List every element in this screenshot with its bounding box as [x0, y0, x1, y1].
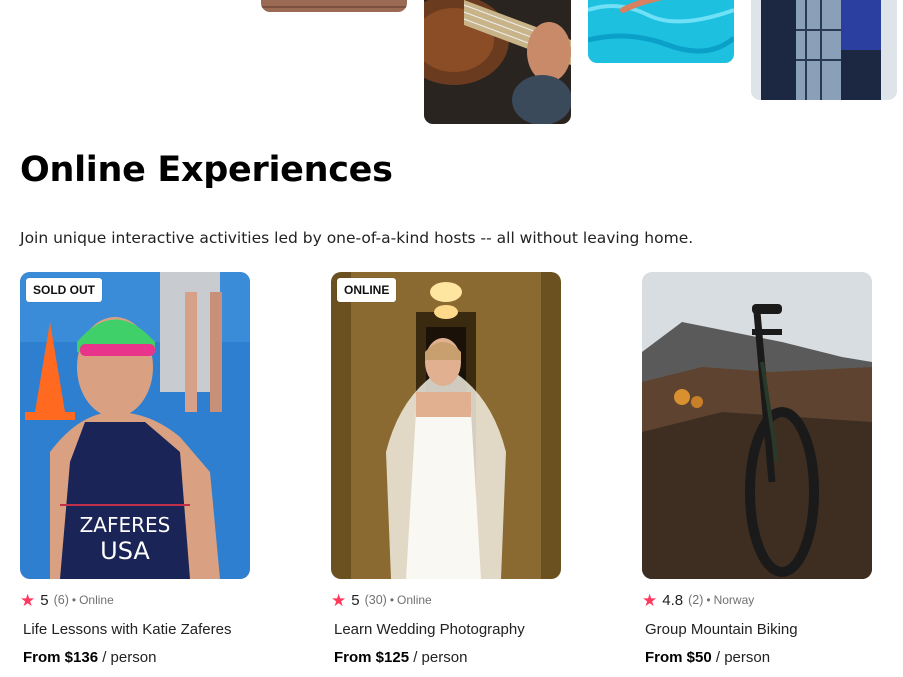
experience-title[interactable]: Group Mountain Biking — [642, 621, 874, 638]
price-line: From $125 / person — [331, 649, 563, 666]
price-amount: From $50 — [645, 649, 712, 666]
price-unit: / person — [715, 649, 771, 666]
jacket-photo[interactable] — [751, 0, 897, 100]
experience-card[interactable]: ONLINE ★ 5 (30) • Online Learn Wedding P… — [331, 272, 563, 666]
price-line: From $50 / person — [642, 649, 874, 666]
guitar-photo[interactable] — [424, 0, 571, 124]
rating-row: ★ 5 (6) • Online — [20, 591, 252, 609]
star-icon: ★ — [642, 590, 658, 610]
section-description: Join unique interactive activities led b… — [20, 229, 694, 247]
location-label: Online — [79, 593, 114, 607]
jersey-text: ZAFERES — [79, 513, 171, 537]
price-unit: / person — [102, 649, 157, 666]
experience-card[interactable]: ZAFERES USA SOLD OUT ★ 5 (6) • Online Li… — [20, 272, 252, 666]
pool-photo[interactable] — [588, 0, 734, 63]
price-line: From $136 / person — [20, 649, 252, 666]
separator-dot: • — [389, 593, 395, 607]
price-amount: From $125 — [334, 649, 410, 666]
status-badge: ONLINE — [337, 278, 397, 302]
experience-card[interactable]: ★ 4.8 (2) • Norway Group Mountain Biking… — [642, 272, 874, 666]
experience-photo[interactable] — [642, 272, 872, 579]
status-badge: SOLD OUT — [26, 278, 102, 302]
brick-photo[interactable] — [261, 0, 407, 12]
price-unit: / person — [413, 649, 468, 666]
section-title: Online Experiences — [20, 150, 393, 190]
star-icon: ★ — [331, 590, 347, 610]
location-label: Online — [397, 593, 432, 607]
star-icon: ★ — [20, 590, 36, 610]
review-count: (30) — [364, 593, 387, 607]
experience-title[interactable]: Learn Wedding Photography — [331, 621, 563, 638]
experience-photo[interactable]: ONLINE — [331, 272, 561, 579]
price-amount: From $136 — [23, 649, 99, 666]
location-label: Norway — [713, 593, 755, 607]
experience-title[interactable]: Life Lessons with Katie Zaferes — [20, 621, 252, 638]
rating-row: ★ 5 (30) • Online — [331, 591, 563, 609]
separator-dot: • — [71, 593, 77, 607]
experience-photo[interactable]: ZAFERES USA SOLD OUT — [20, 272, 250, 579]
rating-score: 4.8 — [662, 591, 684, 609]
jersey-text: USA — [100, 537, 150, 565]
rating-row: ★ 4.8 (2) • Norway — [642, 591, 874, 609]
separator-dot: • — [706, 593, 711, 607]
review-count: (2) — [688, 593, 704, 607]
review-count: (6) — [53, 593, 69, 607]
rating-score: 5 — [40, 591, 49, 609]
rating-score: 5 — [351, 591, 360, 609]
